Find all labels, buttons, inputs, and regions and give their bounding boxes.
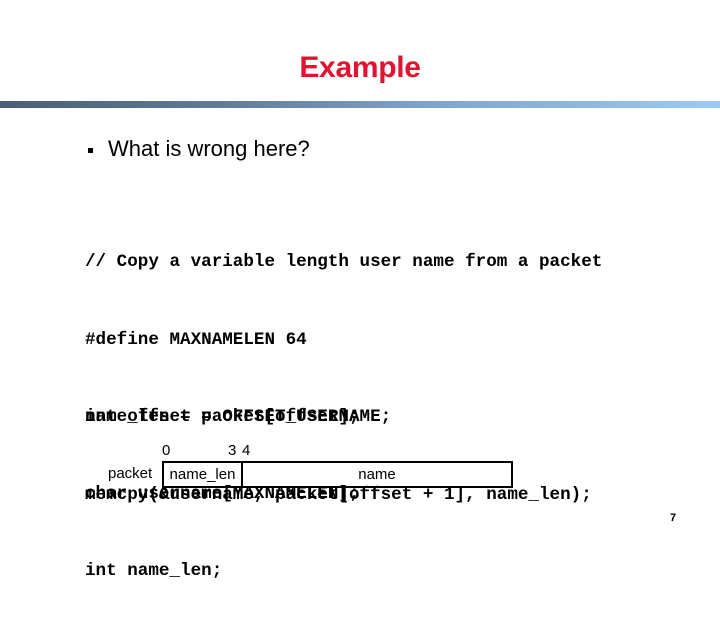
packet-row-label: packet xyxy=(108,465,153,482)
title-divider xyxy=(0,101,720,108)
code-line: #define MAXNAMELEN 64 xyxy=(85,329,307,350)
byte-index-label: 4 xyxy=(242,442,251,459)
page-number: 7 xyxy=(670,512,677,524)
bullet-text: What is wrong here? xyxy=(108,136,310,161)
packet-layout-box: name_len name xyxy=(162,461,513,488)
code-line: int name_len; xyxy=(85,560,223,581)
byte-index-label: 3 xyxy=(228,442,237,459)
field-name-len: name_len xyxy=(164,463,243,486)
slide: Example What is wrong here? // Copy a va… xyxy=(0,0,720,581)
code-line: name_len = packet[offset]; xyxy=(85,407,360,428)
square-bullet-icon xyxy=(88,148,93,153)
field-name: name xyxy=(358,466,396,483)
slide-title: Example xyxy=(299,51,421,84)
code-line: // Copy a variable length user name from… xyxy=(85,252,603,273)
byte-index-label: 0 xyxy=(162,442,171,459)
